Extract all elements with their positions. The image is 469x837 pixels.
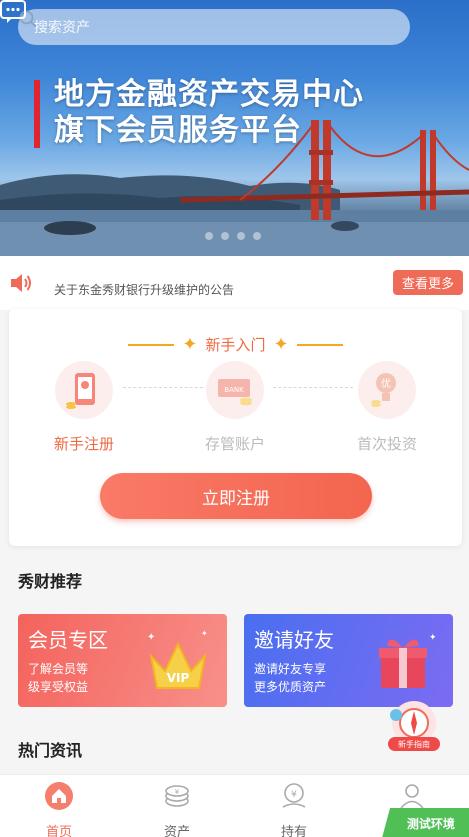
step-label: 新手注册 xyxy=(53,435,114,453)
newbie-card-header: ✦ 新手入门 ✦ xyxy=(9,334,462,355)
message-icon[interactable] xyxy=(0,0,26,24)
svg-text:VIP: VIP xyxy=(167,671,190,685)
sparkle-icon: ✦ xyxy=(182,334,198,355)
svg-text:✦: ✦ xyxy=(147,632,155,643)
member-zone-title: 会员专区 xyxy=(28,628,108,652)
step-label: 存管账户 xyxy=(204,435,265,453)
invite-friends-card[interactable]: 邀请好友 邀请好友专享 更多优质资产 ✦ xyxy=(244,614,453,707)
tab-label: 首页 xyxy=(45,825,72,837)
home-icon xyxy=(45,782,73,810)
view-more-button[interactable]: 查看更多 xyxy=(393,270,463,295)
tab-holdings[interactable]: ¥ 持有 xyxy=(254,781,334,837)
notice-text[interactable]: 关于东金秀财银行升级维护的公告 xyxy=(54,281,234,298)
hero-banner[interactable]: 搜索资产 地方金融资产交易中心 旗下会员服务平台 xyxy=(0,0,469,256)
carousel-indicator xyxy=(205,232,261,240)
member-zone-card[interactable]: 会员专区 了解会员等 级享受权益 VIP ✦ ✦ xyxy=(18,614,227,707)
invite-friends-desc-line2: 更多优质资产 xyxy=(254,680,327,694)
newbie-card-title: 新手入门 xyxy=(205,336,266,354)
search-bar[interactable]: 搜索资产 xyxy=(18,9,410,45)
phone-register-icon xyxy=(55,361,113,419)
sparkle-icon: ✦ xyxy=(273,334,289,355)
svg-text:BANK: BANK xyxy=(224,386,244,394)
gift-box-icon: ✦ xyxy=(379,633,437,688)
news-section-title: 热门资讯 xyxy=(18,741,83,760)
holding-icon: ¥ xyxy=(282,783,306,808)
step-depository-account[interactable]: BANK 存管账户 xyxy=(190,361,280,454)
tab-home[interactable]: 首页 xyxy=(19,781,99,837)
tab-assets[interactable]: ¥ 资产 xyxy=(137,781,217,837)
member-zone-desc-line1: 了解会员等 xyxy=(28,662,89,676)
trophy-icon: 优 xyxy=(358,361,416,419)
svg-text:¥: ¥ xyxy=(175,788,180,796)
speaker-icon xyxy=(11,274,31,292)
banner-title: 地方金融资产交易中心 旗下会员服务平台 xyxy=(54,77,364,149)
recommend-section-title: 秀财推荐 xyxy=(18,572,83,591)
banner-title-line1: 地方金融资产交易中心 xyxy=(54,77,364,112)
carousel-dot[interactable] xyxy=(221,232,229,240)
tab-label: 持有 xyxy=(280,825,307,837)
vip-crown-icon: VIP ✦ ✦ xyxy=(147,629,208,689)
newbie-guide-card: ✦ 新手入门 ✦ 新手注册 BANK 存管账户 优 首次投资 立即注册 xyxy=(9,309,462,546)
newbie-guide-label[interactable]: 新手指南 xyxy=(388,737,440,751)
home-page: 搜索资产 地方金融资产交易中心 旗下会员服务平台 关于东金秀财银行升级维护的公告… xyxy=(0,0,469,837)
carousel-dot[interactable] xyxy=(205,232,213,240)
invite-friends-desc: 邀请好友专享 更多优质资产 xyxy=(254,660,364,696)
step-connector xyxy=(273,387,353,388)
svg-text:✦: ✦ xyxy=(429,633,437,643)
step-register[interactable]: 新手注册 xyxy=(39,361,129,454)
search-input[interactable]: 搜索资产 xyxy=(34,17,394,37)
divider xyxy=(296,343,343,346)
tab-label: 资产 xyxy=(163,825,190,837)
env-badge-text: 测试环境 xyxy=(407,816,456,831)
banner-accent-bar xyxy=(34,80,40,148)
member-zone-desc: 了解会员等 级享受权益 xyxy=(28,660,138,696)
bank-icon: BANK xyxy=(206,361,264,419)
divider xyxy=(128,343,175,346)
svg-text:优: 优 xyxy=(381,377,391,390)
svg-text:¥: ¥ xyxy=(291,790,297,800)
member-zone-desc-line2: 级享受权益 xyxy=(28,680,89,694)
step-first-investment[interactable]: 优 首次投资 xyxy=(342,361,432,454)
svg-text:✦: ✦ xyxy=(201,629,208,638)
banner-title-line2: 旗下会员服务平台 xyxy=(54,113,302,148)
coin-icon: ¥ xyxy=(165,785,189,807)
carousel-dot[interactable] xyxy=(237,232,245,240)
invite-friends-desc-line1: 邀请好友专享 xyxy=(254,662,327,676)
test-environment-badge: 测试环境 xyxy=(382,808,469,837)
register-now-button[interactable]: 立即注册 xyxy=(100,473,372,519)
step-label: 首次投资 xyxy=(356,435,417,453)
carousel-dot[interactable] xyxy=(253,232,261,240)
user-icon xyxy=(400,784,424,809)
invite-friends-title: 邀请好友 xyxy=(254,628,334,652)
